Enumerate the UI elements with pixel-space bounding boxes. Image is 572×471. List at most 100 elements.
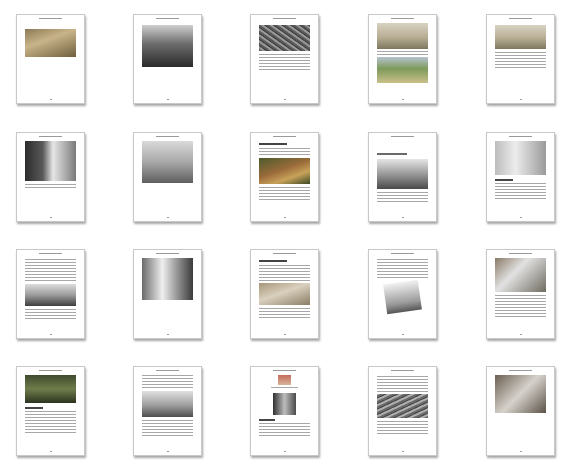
page-thumbnail[interactable]	[250, 132, 319, 222]
caption	[271, 387, 298, 390]
page-header	[39, 136, 62, 137]
page-number	[402, 217, 404, 218]
page-header	[391, 18, 414, 19]
photo	[495, 25, 546, 49]
page-header	[273, 18, 296, 19]
chapter-heading	[259, 143, 287, 145]
thumbnail-grid	[0, 0, 572, 471]
page-number	[520, 99, 522, 100]
page-number	[520, 451, 522, 452]
photo	[273, 393, 296, 415]
page-thumbnail[interactable]	[486, 132, 555, 222]
page-thumbnail[interactable]	[133, 249, 202, 339]
paragraph	[259, 148, 310, 156]
page-header	[156, 370, 179, 371]
page-number	[50, 334, 52, 335]
page-thumbnail[interactable]	[16, 132, 85, 222]
paragraph	[259, 54, 310, 70]
photo	[142, 141, 193, 183]
page-number	[520, 217, 522, 218]
photo	[25, 375, 76, 403]
page-header	[273, 370, 296, 371]
paragraph	[142, 420, 193, 436]
paragraph	[142, 375, 193, 389]
caption	[25, 184, 76, 188]
caption	[377, 51, 428, 55]
page-number	[50, 451, 52, 452]
page-header	[39, 370, 62, 371]
section-heading	[259, 419, 275, 421]
page-thumbnail[interactable]	[133, 14, 202, 104]
page-number	[167, 217, 169, 218]
photo	[259, 158, 310, 184]
page-thumbnail[interactable]	[16, 249, 85, 339]
page-thumbnail[interactable]	[368, 249, 437, 339]
paragraph	[377, 259, 428, 279]
page-thumbnail[interactable]	[368, 14, 437, 104]
page-thumbnail[interactable]	[368, 132, 437, 222]
chapter-heading	[259, 260, 287, 262]
page-thumbnail[interactable]	[133, 366, 202, 456]
page-thumbnail[interactable]	[16, 366, 85, 456]
page-number	[167, 451, 169, 452]
paragraph	[495, 52, 546, 70]
page-number	[402, 451, 404, 452]
page-header	[509, 370, 532, 371]
page-number	[284, 217, 286, 218]
page-header	[391, 370, 414, 371]
photo	[259, 283, 310, 305]
page-thumbnail[interactable]	[486, 249, 555, 339]
paragraph	[25, 411, 76, 435]
page-thumbnail[interactable]	[368, 366, 437, 456]
page-header	[156, 18, 179, 19]
paragraph	[377, 192, 428, 202]
page-thumbnail[interactable]	[133, 132, 202, 222]
page-number	[520, 334, 522, 335]
photo	[495, 375, 546, 413]
paragraph	[495, 183, 546, 201]
paragraph	[377, 421, 428, 435]
page-thumbnail[interactable]	[250, 14, 319, 104]
paragraph	[495, 295, 546, 317]
page-thumbnail[interactable]	[250, 249, 319, 339]
photo	[377, 394, 428, 418]
photo	[259, 25, 310, 51]
page-header	[39, 18, 62, 19]
page-header	[509, 253, 532, 254]
title-text	[377, 153, 407, 155]
photo	[377, 159, 428, 189]
photo	[25, 29, 76, 57]
page-header	[156, 136, 179, 137]
paragraph	[259, 265, 310, 281]
photo	[377, 23, 428, 49]
page-header	[391, 136, 414, 137]
photo	[142, 391, 193, 417]
photo	[495, 141, 546, 175]
photo	[25, 141, 76, 181]
page-header	[39, 253, 62, 254]
clipping-image	[383, 279, 422, 315]
paragraph	[25, 309, 76, 319]
photo	[142, 25, 193, 67]
page-header	[509, 136, 532, 137]
page-number	[50, 217, 52, 218]
paragraph	[259, 308, 310, 320]
page-number	[402, 334, 404, 335]
page-thumbnail[interactable]	[486, 14, 555, 104]
paragraph	[377, 376, 428, 392]
page-number	[402, 99, 404, 100]
page-number	[284, 334, 286, 335]
page-number	[50, 99, 52, 100]
section-heading	[495, 179, 513, 181]
page-number	[284, 99, 286, 100]
page-header	[509, 18, 532, 19]
page-thumbnail[interactable]	[16, 14, 85, 104]
page-thumbnail[interactable]	[486, 366, 555, 456]
page-header	[273, 253, 296, 254]
page-number	[284, 451, 286, 452]
section-heading	[25, 407, 43, 409]
photo	[142, 258, 193, 300]
page-number	[167, 99, 169, 100]
paragraph	[259, 423, 310, 437]
page-thumbnail[interactable]	[250, 366, 319, 456]
